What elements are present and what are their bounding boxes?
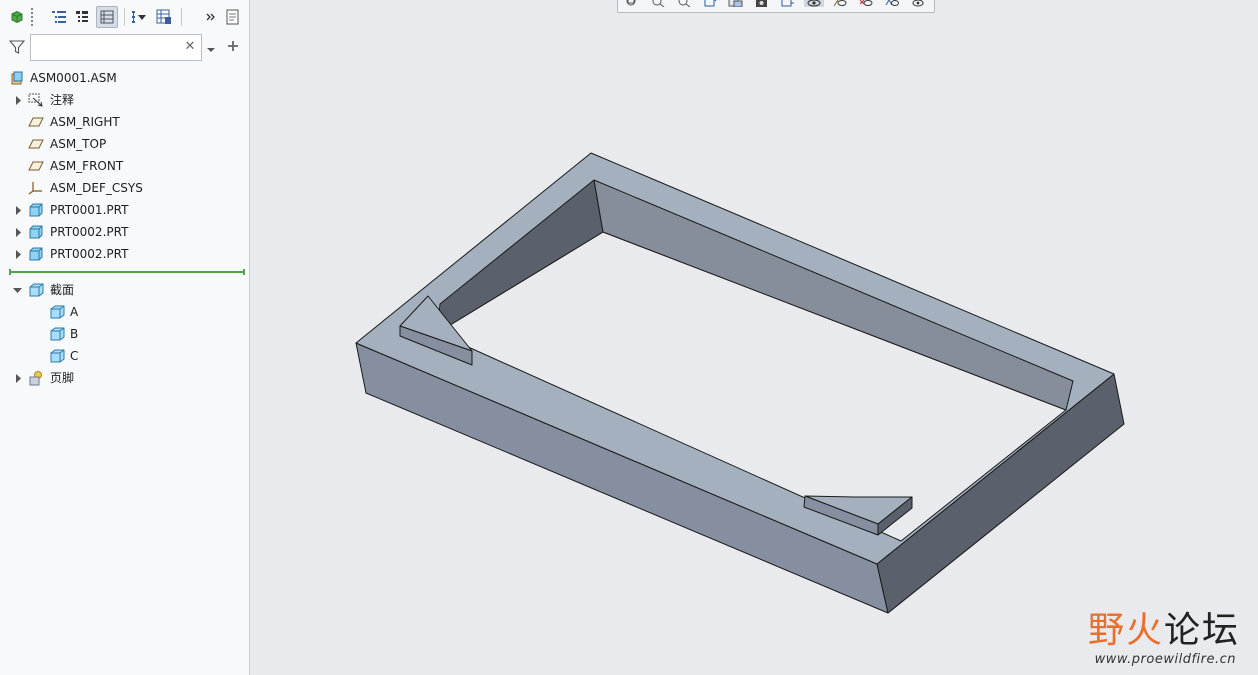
section-icon	[49, 326, 65, 342]
model-tree-toolbar	[0, 0, 250, 34]
tree-item-sections[interactable]: 截面	[0, 279, 248, 301]
tree-item-prt0002-a[interactable]: PRT0002.PRT	[0, 221, 248, 243]
section-icon	[28, 282, 44, 298]
tree-item-asm-right[interactable]: ASM_RIGHT	[0, 111, 248, 133]
annotation-icon	[28, 92, 44, 108]
tree-item-asm-top[interactable]: ASM_TOP	[0, 133, 248, 155]
model-cube-icon[interactable]	[6, 6, 28, 28]
search-input[interactable]	[35, 38, 181, 57]
tree-columns-icon[interactable]	[153, 6, 175, 28]
tree-item-section-c[interactable]: C	[0, 345, 248, 367]
insert-indicator[interactable]	[9, 269, 245, 275]
csys-icon	[28, 180, 44, 196]
part-icon	[28, 224, 44, 240]
tree-item-prt0002-b[interactable]: PRT0002.PRT	[0, 243, 248, 265]
section-icon	[49, 304, 65, 320]
model-viewport[interactable]	[251, 0, 1258, 675]
datum-plane-icon	[28, 114, 44, 130]
expand-icon[interactable]	[13, 249, 23, 259]
frame-front-face	[355, 342, 889, 614]
frame-right-face	[876, 373, 1125, 614]
watermark-url: www.proewildfire.cn	[1094, 652, 1236, 667]
watermark-title: 野火论坛	[1087, 610, 1240, 651]
tree-item-footer[interactable]: 页脚	[0, 367, 248, 389]
filter-icon[interactable]	[8, 39, 26, 58]
assembly-icon	[9, 70, 25, 86]
clear-icon[interactable]: ✕	[183, 39, 197, 55]
filter-row: ✕	[0, 34, 250, 62]
tree-view-icon[interactable]	[48, 6, 70, 28]
tree-item-asm0001[interactable]: ASM0001.ASM	[0, 67, 248, 89]
tree-collapse-icon[interactable]	[71, 6, 93, 28]
footer-icon	[28, 370, 44, 386]
model-tree-panel: ✕ ASM0001.ASM 注释 ASM_RIGHT ASM_TOP ASM_F…	[0, 0, 250, 675]
tree-item-asm-front[interactable]: ASM_FRONT	[0, 155, 248, 177]
forum-watermark: 野火论坛 www.proewildfire.cn	[1060, 599, 1240, 669]
collapse-icon[interactable]	[12, 285, 22, 295]
expand-icon[interactable]	[13, 95, 23, 105]
show-icon[interactable]	[222, 6, 244, 28]
tree-item-prt0001[interactable]: PRT0001.PRT	[0, 199, 248, 221]
expand-icon[interactable]	[13, 373, 23, 383]
datum-plane-icon	[28, 136, 44, 152]
add-icon[interactable]	[226, 39, 240, 56]
graphics-window[interactable]: 野火论坛 www.proewildfire.cn	[251, 0, 1258, 675]
part-icon	[28, 246, 44, 262]
expand-icon[interactable]	[13, 227, 23, 237]
tree-settings-icon[interactable]	[96, 6, 118, 28]
datum-plane-icon	[28, 158, 44, 174]
part-icon	[28, 202, 44, 218]
tree-filter-icon[interactable]	[129, 6, 151, 28]
expand-icon[interactable]	[13, 205, 23, 215]
tree-item-asm-def-csys[interactable]: ASM_DEF_CSYS	[0, 177, 248, 199]
tree-item-annotations[interactable]: 注释	[0, 89, 248, 111]
more-icon[interactable]	[200, 6, 222, 28]
search-field[interactable]: ✕	[30, 34, 202, 61]
frame-inner-left-wall	[436, 179, 604, 334]
section-icon	[49, 348, 65, 364]
frame-inner-back-wall	[593, 179, 1074, 411]
tree-item-section-b[interactable]: B	[0, 323, 248, 345]
tree-item-section-a[interactable]: A	[0, 301, 248, 323]
chevron-down-icon[interactable]	[206, 43, 216, 57]
